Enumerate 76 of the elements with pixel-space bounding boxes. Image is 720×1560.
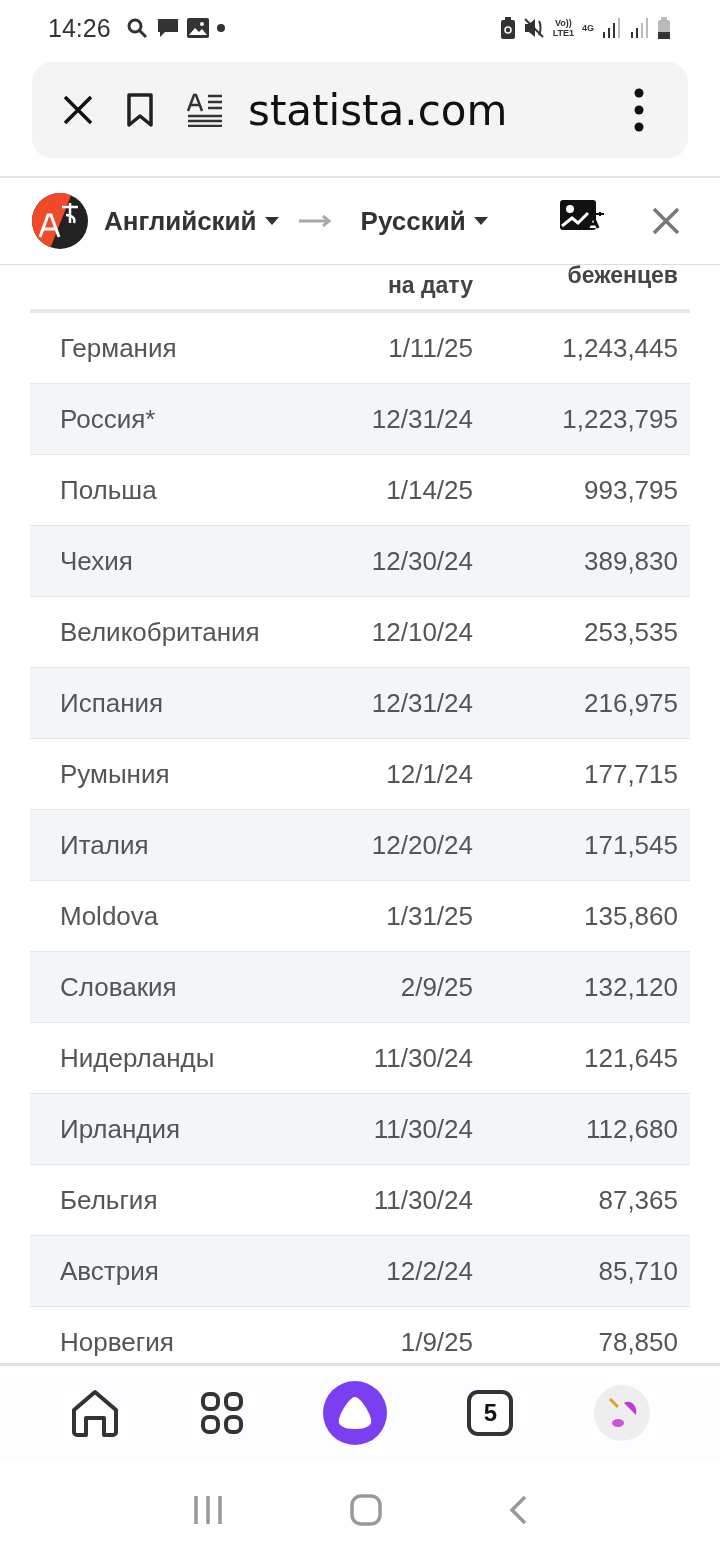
volte-indicator: Vo)) LTE1 xyxy=(552,18,574,38)
table-cell-text: 1,243,445 xyxy=(561,332,679,364)
translate-logo-icon xyxy=(32,193,88,249)
table-cell-text: Чехия xyxy=(59,545,134,577)
status-time: 14:26 xyxy=(48,13,111,43)
caret-icon xyxy=(473,217,488,225)
url-text[interactable]: statista.com xyxy=(248,85,602,135)
table-cell-text: Италия xyxy=(59,829,150,861)
apps-grid-icon[interactable] xyxy=(200,1392,243,1434)
table-cell-text: 12/2/24 xyxy=(385,1255,473,1287)
table-cell-text: Ирландия xyxy=(59,1113,182,1145)
table-cell-text: 11/30/24 xyxy=(372,1184,473,1216)
table-cell-text: 11/30/24 xyxy=(372,1042,473,1074)
table-cell-text: Норвегия xyxy=(59,1326,175,1358)
table-cell-text: 132,120 xyxy=(583,971,679,1003)
network-type: 4G xyxy=(582,23,594,33)
column-header: на дату xyxy=(386,272,473,300)
signal-icon xyxy=(602,18,622,38)
home-button-icon[interactable] xyxy=(350,1494,382,1526)
source-language-dropdown[interactable]: Английский xyxy=(96,205,257,237)
table-cell-text: 216,975 xyxy=(583,687,679,719)
recent-apps-icon[interactable] xyxy=(193,1495,224,1525)
mute-icon xyxy=(522,17,545,39)
address-bar[interactable]: statista.com xyxy=(32,62,688,158)
table-cell-text: 78,850 xyxy=(597,1326,679,1358)
table-cell-text: Moldova xyxy=(59,900,160,932)
table-cell-text: 12/30/24 xyxy=(370,545,473,577)
table-cell-text: Бельгия xyxy=(59,1184,159,1216)
signal-icon xyxy=(630,18,650,38)
table-cell-text: 1,223,795 xyxy=(561,403,679,435)
battery-saver-icon xyxy=(500,17,515,39)
table-cell-text: 12/31/24 xyxy=(370,687,473,719)
table-cell-text: 1/11/25 xyxy=(387,332,473,364)
menu-icon[interactable] xyxy=(634,88,644,132)
table-cell-text: Россия* xyxy=(59,403,157,435)
table-cell-text: 993,795 xyxy=(583,474,679,506)
table-cell-text: 85,710 xyxy=(597,1255,679,1287)
table-cell-text: Польша xyxy=(59,474,158,506)
table-cell-text: Нидерланды xyxy=(59,1042,216,1074)
table-cell-text: 12/20/24 xyxy=(370,829,473,861)
table-cell-text: 12/10/24 xyxy=(370,616,473,648)
arrow-icon xyxy=(298,215,333,227)
table-cell-text: 1/31/25 xyxy=(385,900,473,932)
table-cell-text: 1/14/25 xyxy=(385,474,473,506)
reader-mode-icon[interactable] xyxy=(186,93,224,127)
home-icon[interactable] xyxy=(70,1388,121,1438)
table-cell-text: 171,545 xyxy=(583,829,679,861)
image-icon xyxy=(186,18,209,38)
table-cell-text: Испания xyxy=(59,687,165,719)
close-icon[interactable] xyxy=(62,94,94,126)
caret-icon xyxy=(264,217,279,225)
table-cell-text: Австрия xyxy=(59,1255,160,1287)
bookmark-icon[interactable] xyxy=(126,92,154,128)
table-cell-text: 177,715 xyxy=(583,758,679,790)
table-cell-text: 253,535 xyxy=(583,616,679,648)
table-cell-text: 389,830 xyxy=(583,545,679,577)
table-cell-text: 11/30/24 xyxy=(372,1113,473,1145)
back-icon[interactable] xyxy=(508,1495,527,1525)
table-cell-text: Словакия xyxy=(59,971,178,1003)
battery-icon xyxy=(658,17,670,39)
table-cell-text: Румыния xyxy=(59,758,171,790)
chat-icon xyxy=(156,17,179,39)
tabs-button[interactable]: 5 xyxy=(467,1390,514,1436)
dot-icon xyxy=(216,24,225,32)
table-cell-text: 121,645 xyxy=(583,1042,679,1074)
table-cell-text: Великобритания xyxy=(59,616,261,648)
table-cell-text: 2/9/25 xyxy=(399,971,473,1003)
table-cell-text: 1/9/25 xyxy=(399,1326,473,1358)
table-cell-text: 87,365 xyxy=(597,1184,679,1216)
table-cell-text: 12/31/24 xyxy=(370,403,473,435)
table-cell-text: 12/1/24 xyxy=(385,758,473,790)
table-cell-text: 112,680 xyxy=(584,1113,679,1145)
target-language-dropdown[interactable]: Русский xyxy=(352,205,466,237)
assistant-icon[interactable] xyxy=(322,1381,387,1445)
table-cell-text: Германия xyxy=(59,332,178,364)
table-cell-text: 135,860 xyxy=(583,900,679,932)
